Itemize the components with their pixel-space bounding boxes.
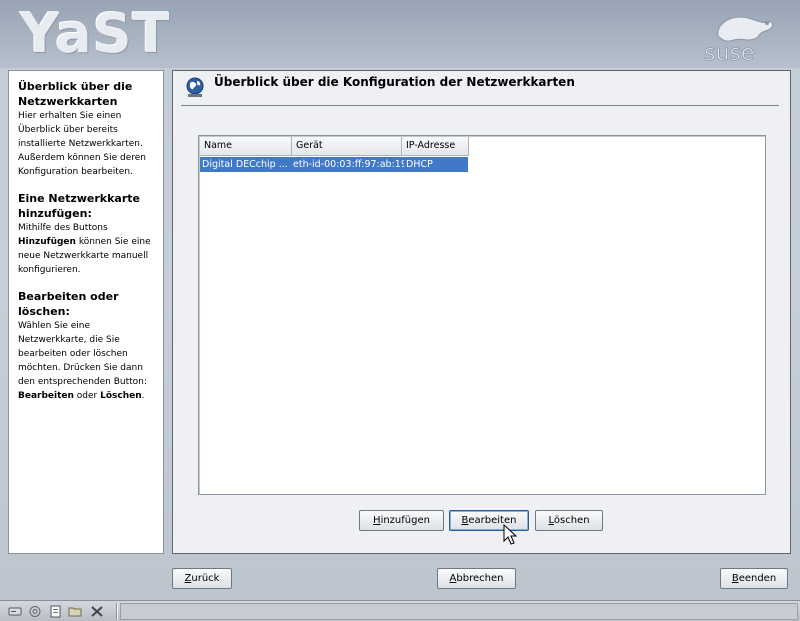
table-header: Name Gerät IP-Adresse: [200, 137, 469, 156]
folder-icon[interactable]: [68, 605, 82, 618]
header-bar: YaST suse: [0, 0, 800, 68]
add-button[interactable]: Hinzufügen: [359, 510, 444, 531]
column-header-name[interactable]: Name: [200, 137, 292, 156]
help-heading-edit-delete: Bearbeiten oder löschen:: [18, 290, 119, 318]
title-divider: [181, 105, 779, 106]
suse-wordmark: suse: [704, 41, 754, 64]
taskbar: [0, 600, 800, 621]
globe-icon[interactable]: [28, 605, 42, 618]
taskbar-task-area[interactable]: [120, 603, 798, 620]
mouse-cursor-icon: [503, 524, 518, 545]
page-title: Überblick über die Konfiguration der Net…: [214, 75, 575, 89]
main-panel: Überblick über die Konfiguration der Net…: [172, 70, 791, 554]
table-row[interactable]: Digital DECchip ... eth-id-00:03:ff:97:a…: [200, 157, 468, 172]
document-icon[interactable]: [48, 605, 62, 618]
help-text-edit-delete: Wählen Sie eine Netzwerkkarte, die Sie b…: [18, 321, 147, 401]
help-heading-overview: Überblick über die Netzwerkkarten: [18, 80, 133, 108]
tools-icon[interactable]: [90, 605, 104, 618]
yast-logo: YaST: [20, 2, 171, 65]
column-header-device[interactable]: Gerät: [292, 137, 402, 156]
column-header-ip[interactable]: IP-Adresse: [402, 137, 469, 156]
help-text-add: Mithilfe des Buttons Hinzufügen können S…: [18, 223, 151, 275]
help-text-overview: Hier erhalten Sie einen Überblick über b…: [18, 111, 146, 177]
cell-device: eth-id-00:03:ff:97:ab:19: [293, 159, 404, 170]
help-panel: Überblick über die Netzwerkkarten Hier e…: [8, 70, 164, 554]
help-heading-add: Eine Netzwerkkarte hinzufügen:: [18, 192, 140, 220]
cell-ip: DHCP: [406, 159, 433, 170]
delete-button[interactable]: Löschen: [535, 510, 603, 531]
cancel-button[interactable]: Abbrechen: [437, 568, 516, 589]
finish-button[interactable]: Beenden: [720, 568, 788, 589]
network-card-table[interactable]: Name Gerät IP-Adresse Digital DECchip ..…: [198, 135, 766, 495]
drive-icon[interactable]: [8, 605, 22, 618]
cell-name: Digital DECchip ...: [202, 159, 288, 170]
back-button[interactable]: Zurück: [172, 568, 232, 589]
taskbar-separator: [116, 603, 118, 620]
network-globe-icon: [186, 77, 204, 97]
suse-logo: suse: [704, 16, 774, 64]
